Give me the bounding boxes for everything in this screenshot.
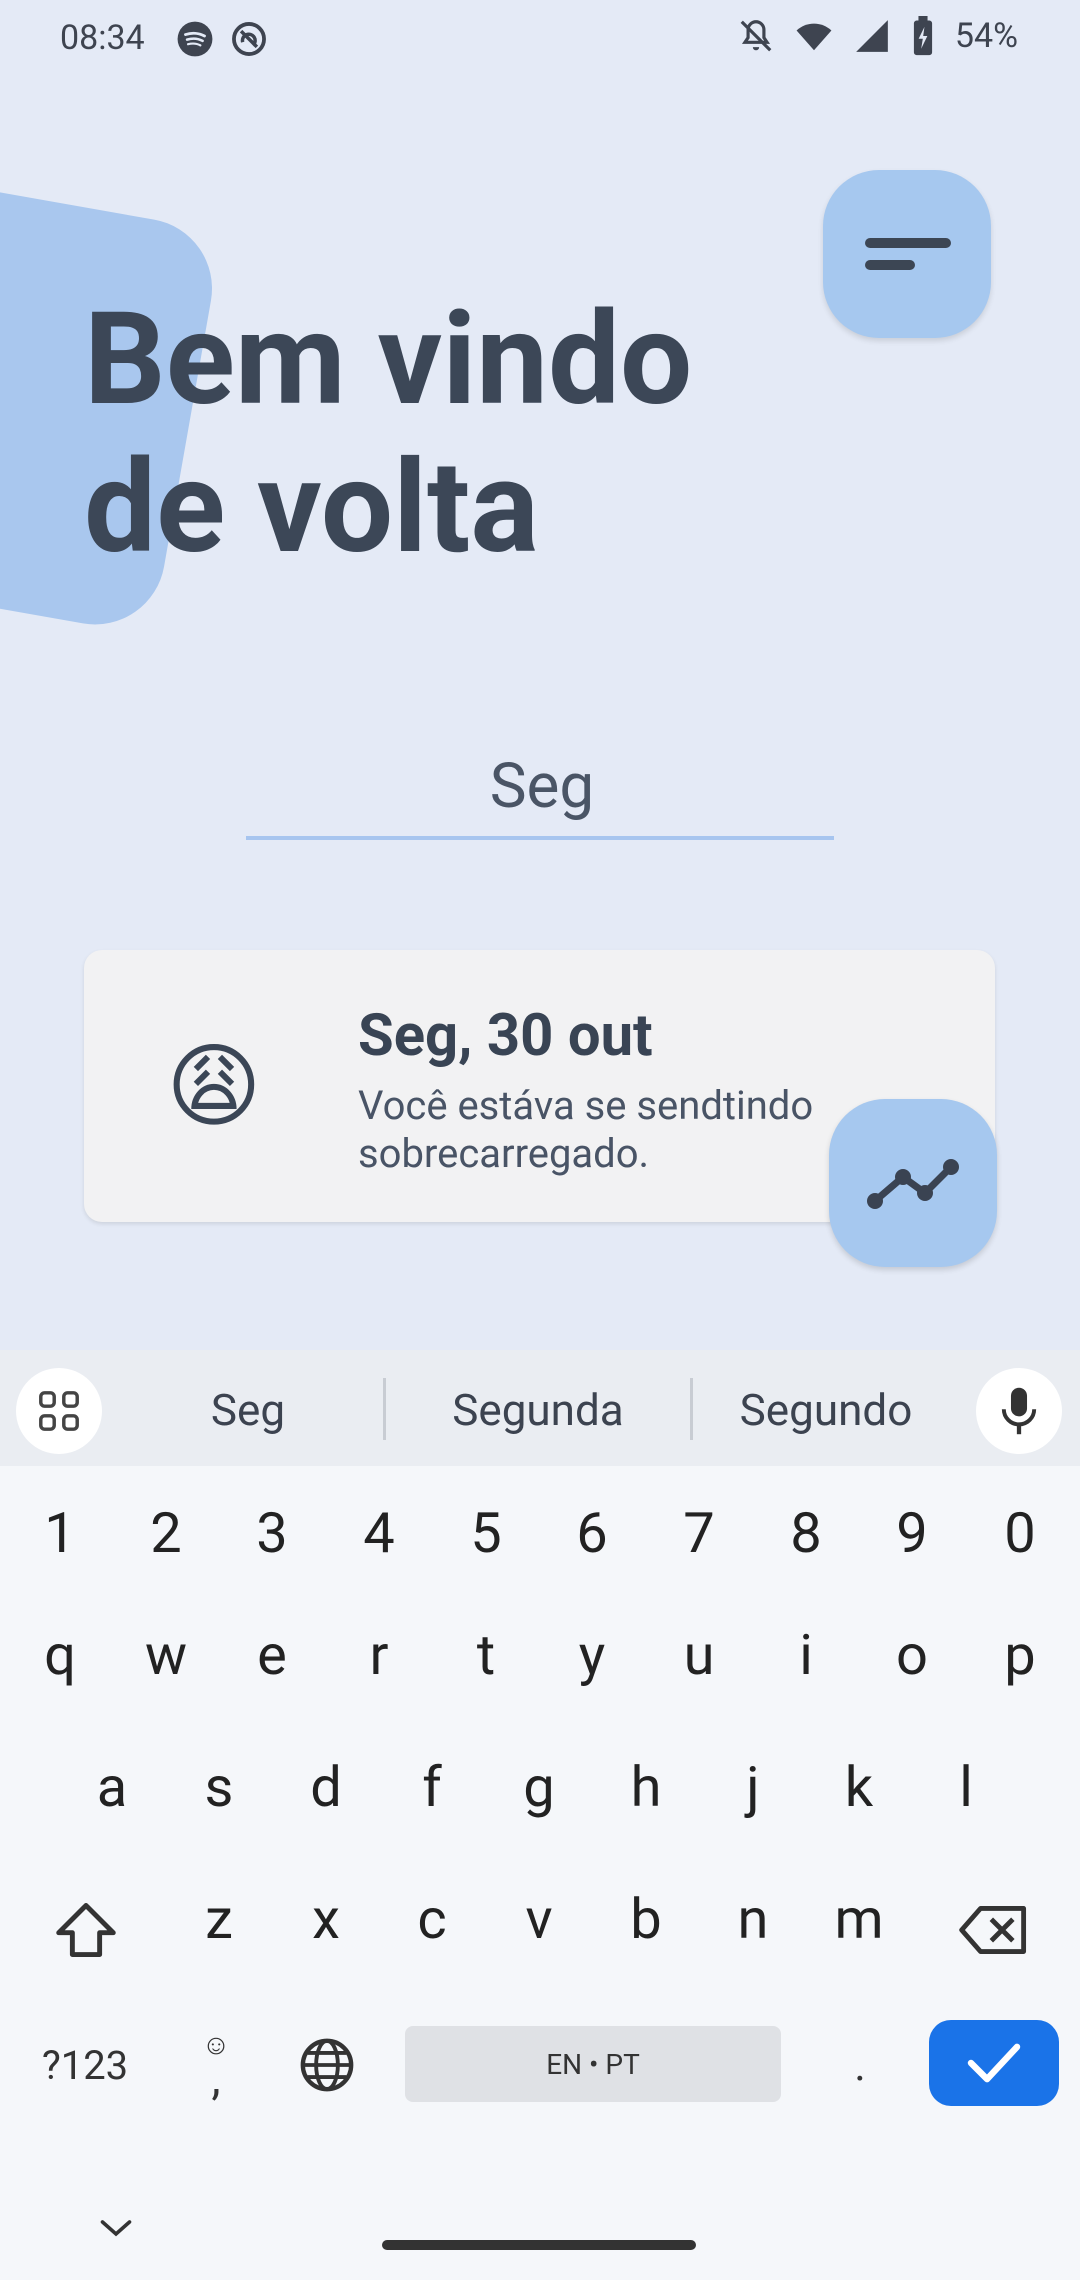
weary-face-icon: 😩 bbox=[166, 1034, 262, 1141]
comma-label: , bbox=[211, 2052, 221, 2106]
trend-chart-icon bbox=[867, 1159, 959, 1209]
menu-button[interactable] bbox=[823, 170, 991, 338]
voice-input-button[interactable] bbox=[976, 1368, 1062, 1454]
key-2[interactable]: 2 bbox=[126, 1500, 206, 1566]
key-f[interactable]: f bbox=[392, 1754, 472, 1820]
key-g[interactable]: g bbox=[499, 1754, 579, 1820]
key-s[interactable]: s bbox=[179, 1754, 259, 1820]
microphone-icon bbox=[1001, 1387, 1037, 1435]
key-n[interactable]: n bbox=[713, 1886, 793, 1952]
emoji-comma-key[interactable]: ☺ , bbox=[184, 2018, 248, 2112]
backspace-key[interactable] bbox=[954, 1894, 1034, 1966]
status-bar: 08:34 54% bbox=[0, 0, 1080, 84]
key-i[interactable]: i bbox=[766, 1622, 846, 1688]
key-1[interactable]: 1 bbox=[20, 1500, 100, 1566]
key-o[interactable]: o bbox=[872, 1622, 952, 1688]
suggestion-bar: Seg Segunda Segundo bbox=[0, 1350, 1080, 1466]
signal-icon bbox=[856, 20, 888, 52]
key-x[interactable]: x bbox=[286, 1886, 366, 1952]
suggestion-divider bbox=[383, 1378, 386, 1440]
home-indicator[interactable] bbox=[382, 2240, 696, 2250]
key-u[interactable]: u bbox=[659, 1622, 739, 1688]
battery-charging-icon bbox=[913, 16, 932, 56]
welcome-title: Bem vindo de volta bbox=[84, 286, 784, 582]
status-time: 08:34 bbox=[60, 18, 145, 58]
entry-description: Você estáva se sendtindo sobrecarregado. bbox=[358, 1082, 814, 1177]
keyboard-apps-button[interactable] bbox=[16, 1368, 102, 1454]
key-v[interactable]: v bbox=[499, 1886, 579, 1952]
chevron-down-icon bbox=[100, 2220, 132, 2237]
stats-button[interactable] bbox=[829, 1099, 997, 1267]
suggestion-3[interactable]: Segundo bbox=[706, 1384, 946, 1436]
key-7[interactable]: 7 bbox=[659, 1500, 739, 1566]
key-q[interactable]: q bbox=[20, 1622, 100, 1688]
key-c[interactable]: c bbox=[392, 1886, 472, 1952]
key-y[interactable]: y bbox=[552, 1622, 632, 1688]
key-b[interactable]: b bbox=[606, 1886, 686, 1952]
spotify-icon bbox=[177, 21, 213, 57]
grid-icon bbox=[39, 1391, 79, 1431]
suggestion-2[interactable]: Segunda bbox=[418, 1384, 658, 1436]
key-4[interactable]: 4 bbox=[339, 1500, 419, 1566]
symbols-key[interactable]: ?123 bbox=[30, 2030, 140, 2100]
battery-percentage: 54% bbox=[954, 16, 1018, 56]
sync-icon bbox=[232, 22, 266, 56]
key-m[interactable]: m bbox=[819, 1886, 899, 1952]
globe-icon bbox=[300, 2038, 354, 2092]
period-key[interactable]: . bbox=[820, 2030, 900, 2100]
suggestion-divider bbox=[690, 1378, 693, 1440]
enter-key[interactable] bbox=[929, 2020, 1059, 2106]
search-input[interactable] bbox=[246, 740, 838, 832]
hide-keyboard-button[interactable] bbox=[86, 2198, 146, 2258]
key-j[interactable]: j bbox=[713, 1754, 793, 1820]
key-h[interactable]: h bbox=[606, 1754, 686, 1820]
key-5[interactable]: 5 bbox=[446, 1500, 526, 1566]
menu-icon-short-line bbox=[865, 260, 915, 270]
backspace-icon bbox=[959, 1906, 1027, 1954]
wifi-icon bbox=[796, 23, 832, 51]
key-8[interactable]: 8 bbox=[766, 1500, 846, 1566]
key-l[interactable]: l bbox=[926, 1754, 1006, 1820]
search-field[interactable] bbox=[246, 740, 838, 840]
checkmark-icon bbox=[967, 2043, 1021, 2083]
notifications-off-icon bbox=[740, 20, 772, 52]
key-0[interactable]: 0 bbox=[980, 1500, 1060, 1566]
key-k[interactable]: k bbox=[819, 1754, 899, 1820]
suggestion-1[interactable]: Seg bbox=[148, 1384, 348, 1436]
welcome-title-line2: de volta bbox=[84, 433, 539, 583]
key-w[interactable]: w bbox=[126, 1622, 206, 1688]
key-3[interactable]: 3 bbox=[232, 1500, 312, 1566]
key-e[interactable]: e bbox=[232, 1622, 312, 1688]
key-p[interactable]: p bbox=[980, 1622, 1060, 1688]
key-a[interactable]: a bbox=[72, 1754, 152, 1820]
shift-icon bbox=[56, 1903, 116, 1957]
key-d[interactable]: d bbox=[286, 1754, 366, 1820]
key-t[interactable]: t bbox=[446, 1622, 526, 1688]
key-r[interactable]: r bbox=[339, 1622, 419, 1688]
keyboard: Seg Segunda Segundo 1 2 3 4 5 6 7 8 9 0 … bbox=[0, 1350, 1080, 2280]
key-6[interactable]: 6 bbox=[552, 1500, 632, 1566]
menu-icon bbox=[865, 238, 951, 248]
welcome-title-line1: Bem vindo bbox=[84, 285, 693, 435]
key-z[interactable]: z bbox=[179, 1886, 259, 1952]
language-key[interactable] bbox=[292, 2030, 362, 2100]
entry-date: Seg, 30 out bbox=[358, 1002, 653, 1070]
space-key[interactable]: EN • PT bbox=[405, 2026, 781, 2102]
shift-key[interactable] bbox=[46, 1890, 126, 1970]
key-9[interactable]: 9 bbox=[872, 1500, 952, 1566]
